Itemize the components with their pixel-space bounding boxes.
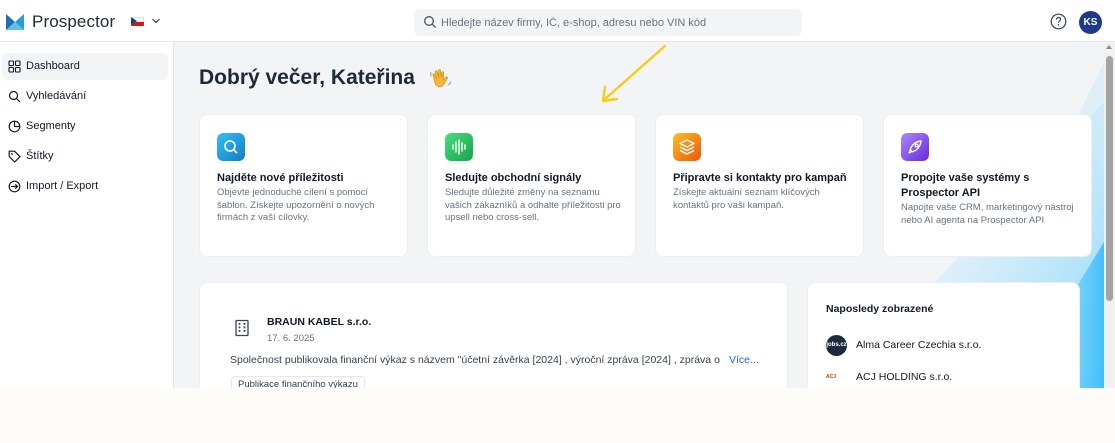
chevron-down-icon[interactable]: [151, 16, 161, 26]
recently-viewed-panel: Naposledy zobrazené jobs.cz Alma Career …: [807, 282, 1080, 388]
search-icon: [424, 16, 436, 28]
sidebar-item-segments[interactable]: Segmenty: [2, 113, 168, 140]
card-title: Propojte vaše systémy s Prospector API: [901, 172, 1030, 199]
card-business-signals[interactable]: Sledujte obchodní signály Sledujte důlež…: [427, 114, 636, 257]
top-bar: Prospector KS: [0, 0, 1115, 42]
sidebar-item-search[interactable]: Vyhledávání: [2, 83, 168, 110]
waving-hand-icon: [430, 69, 452, 88]
tag-icon: [8, 150, 21, 163]
scrollbar[interactable]: [1104, 42, 1115, 388]
card-description: Sledujte důležité změny na seznamu vašic…: [445, 187, 621, 223]
sidebar-item-label: Štítky: [26, 150, 54, 162]
sidebar: Dashboard Vyhledávání Segmenty Štítky Im…: [0, 42, 174, 388]
blank-area: [0, 388, 1115, 443]
card-title: Připravte si kontakty pro kampaň: [673, 172, 847, 184]
building-icon: [235, 319, 249, 337]
card-campaign-contacts[interactable]: Připravte si kontakty pro kampaň Získejt…: [655, 114, 864, 257]
global-search: [414, 9, 802, 36]
activity-feed-item: BRAUN KABEL s.r.o. 17. 6. 2025 Společnos…: [199, 282, 788, 388]
recent-item[interactable]: jobs.cz Alma Career Czechia s.r.o.: [826, 335, 1066, 357]
recent-item-name: Alma Career Czechia s.r.o.: [856, 339, 982, 351]
rocket-icon: [901, 133, 929, 161]
greeting-heading: Dobrý večer, Kateřina: [199, 66, 415, 89]
user-avatar[interactable]: KS: [1079, 11, 1102, 34]
import-export-icon: [8, 180, 21, 193]
recently-viewed-title: Naposledy zobrazené: [826, 303, 934, 315]
czech-flag-icon[interactable]: [131, 17, 144, 26]
company-logo: ACJ: [826, 374, 837, 380]
signal-wave-icon: [445, 133, 473, 161]
main-content: Dobrý večer, Kateřina Najděte nové příle…: [175, 42, 1104, 388]
help-icon[interactable]: [1050, 13, 1067, 30]
sidebar-item-label: Dashboard: [26, 60, 80, 72]
feed-tag[interactable]: Publikace finančního výkazu: [231, 376, 365, 388]
sidebar-item-label: Segmenty: [26, 120, 76, 132]
search-icon: [8, 90, 21, 103]
card-connect-api[interactable]: Propojte vaše systémy s Prospector API N…: [883, 114, 1092, 257]
search-icon: [217, 133, 245, 161]
sidebar-item-dashboard[interactable]: Dashboard: [2, 53, 168, 80]
sidebar-item-label: Import / Export: [26, 180, 99, 192]
card-title: Sledujte obchodní signály: [445, 172, 582, 184]
sidebar-item-tags[interactable]: Štítky: [2, 143, 168, 170]
prospector-logo-icon[interactable]: [6, 13, 24, 31]
annotation-arrow: [601, 44, 667, 103]
company-logo: jobs.cz: [826, 335, 847, 356]
feed-text: Společnost publikovala finanční výkaz s …: [230, 354, 720, 366]
app-window: Prospector KS: [0, 0, 1115, 388]
feed-more-link[interactable]: Více...: [729, 354, 759, 366]
brand-name: Prospector: [32, 12, 116, 31]
grid-icon: [8, 60, 21, 73]
pie-chart-icon: [8, 120, 21, 133]
card-description: Napojte vaše CRM, marketingový nástroj n…: [901, 202, 1074, 226]
recent-item[interactable]: ACJ ACJ HOLDING s.r.o.: [826, 367, 1066, 388]
scrollbar-thumb[interactable]: [1106, 56, 1113, 301]
card-description: Objevte jednoduché cílení s pomocí šablo…: [217, 187, 375, 223]
feed-company-name[interactable]: BRAUN KABEL s.r.o.: [267, 316, 371, 328]
layers-icon: [673, 133, 701, 161]
sidebar-item-import-export[interactable]: Import / Export: [2, 173, 168, 200]
feed-date: 17. 6. 2025: [267, 333, 315, 344]
card-find-opportunities[interactable]: Najděte nové příležitosti Objevte jednod…: [199, 114, 408, 257]
recent-item-name: ACJ HOLDING s.r.o.: [856, 371, 953, 383]
scroll-up-arrow-icon[interactable]: [1106, 45, 1112, 49]
card-title: Najděte nové příležitosti: [217, 172, 344, 184]
search-input[interactable]: [441, 9, 796, 36]
card-description: Získejte aktuální seznam klíčových konta…: [673, 187, 820, 211]
sidebar-item-label: Vyhledávání: [26, 90, 87, 102]
